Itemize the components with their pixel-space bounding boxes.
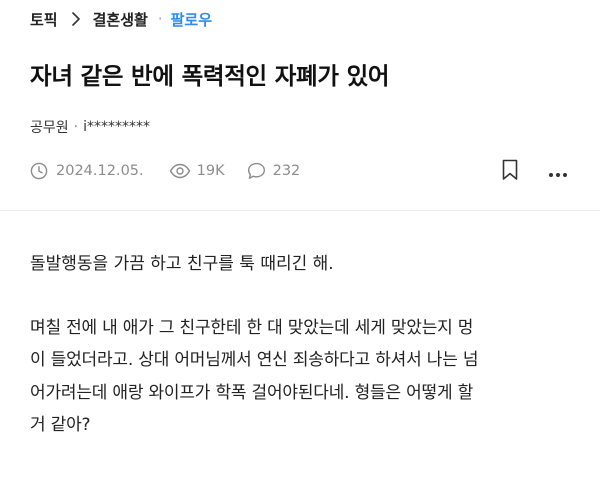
divider [0,210,600,211]
post-meta: 2024.12.05. 19K 232 [30,160,300,182]
post-body: 돌발행동을 가끔 하고 친구를 툭 때리긴 해. 며칠 전에 내 애가 그 친구… [30,248,578,442]
author-info[interactable]: 공무원 · i********* [30,117,150,137]
bookmark-icon [502,159,518,185]
clock-icon [30,162,48,180]
eye-icon [169,163,191,179]
body-paragraph-1: 돌발행동을 가끔 하고 친구를 툭 때리긴 해. [30,254,334,274]
follow-button[interactable]: 팔로우 [171,9,212,30]
breadcrumb-dot: · [157,10,163,28]
author-separator: · [73,119,79,135]
comment-bubble-icon [247,162,266,180]
author-nickname[interactable]: i********* [83,119,150,135]
author-job: 공무원 [30,120,69,136]
body-line: 어가려는데 애랑 와이프가 학폭 걸어야된다네. 형들은 어떻게 할 [30,382,474,403]
post-date: 2024.12.05. [56,163,144,179]
body-line: 이 들었더라고. 상대 어머님께서 연신 죄송하다고 하셔서 나는 넘 [30,350,479,370]
view-count: 19K [196,163,225,179]
body-paragraph-2: 며칠 전에 내 애가 그 친구한테 한 대 맞았는데 세게 맞았는지 멍 이 들… [30,312,578,442]
bookmark-button[interactable] [500,159,520,185]
body-line: 며칠 전에 내 애가 그 친구한테 한 대 맞았는데 세게 맞았는지 멍 [30,317,474,338]
breadcrumb-category-link[interactable]: 결혼생활 [93,9,148,30]
more-vertical-icon [548,163,568,182]
chevron-right-icon [71,12,80,26]
breadcrumb: 토픽 결혼생활 · 팔로우 [30,8,212,30]
body-line: 거 같아? [30,415,91,435]
comment-count: 232 [272,163,301,179]
post-title: 자녀 같은 반에 폭력적인 자폐가 있어 [30,62,390,90]
breadcrumb-topic-link[interactable]: 토픽 [30,9,58,30]
more-options-button[interactable] [546,160,570,184]
